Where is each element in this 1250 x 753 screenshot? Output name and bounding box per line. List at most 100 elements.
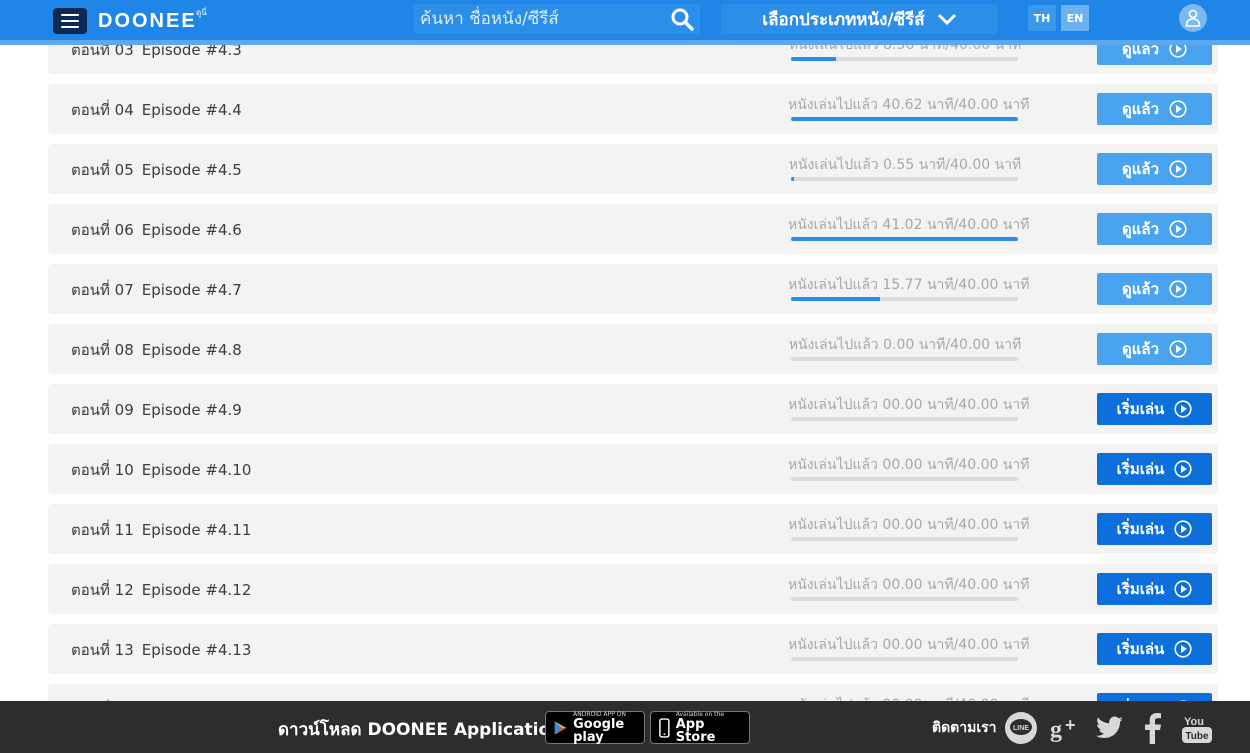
svg-text:LINE: LINE <box>1013 725 1029 732</box>
lang-en-button[interactable]: EN <box>1061 5 1089 31</box>
svg-text:You: You <box>1184 716 1204 728</box>
episode-title[interactable]: ตอนที่ 05 Episode #4.5 <box>71 158 242 182</box>
play-button-label: เริ่มเล่น <box>1116 580 1165 598</box>
episode-row: ตอนที่ 06 Episode #4.6 หนังเล่นไปแล้ว 41.0… <box>48 204 1218 254</box>
episode-title[interactable]: ตอนที่ 06 Episode #4.6 <box>71 218 242 242</box>
play-button-label: ดูแล้ว <box>1121 100 1160 118</box>
line-icon[interactable]: LINE <box>1004 711 1038 745</box>
watch-progress-bar <box>791 417 1018 421</box>
watch-progress-text: หนังเล่นไปแล้ว 00.00 นาที/40.00 นาที <box>788 397 1030 413</box>
google-plus-icon[interactable]: g + <box>1048 711 1082 745</box>
episode-name: Episode #4.6 <box>141 221 242 239</box>
phone-icon <box>659 717 670 738</box>
lang-th-button[interactable]: TH <box>1028 5 1056 31</box>
watched-button[interactable]: ดูแล้ว <box>1097 213 1212 245</box>
youtube-icon[interactable]: You Tube <box>1180 711 1214 745</box>
user-silhouette-icon <box>1185 9 1201 27</box>
episode-number: ตอนที่ 05 <box>71 161 134 179</box>
watched-button[interactable]: ดูแล้ว <box>1097 333 1212 365</box>
watch-progress-fill <box>791 177 795 181</box>
watched-button[interactable]: ดูแล้ว <box>1097 273 1212 305</box>
search-input[interactable] <box>414 4 666 34</box>
facebook-icon[interactable] <box>1136 711 1170 745</box>
play-button-label: ดูแล้ว <box>1121 340 1160 358</box>
start-play-button[interactable]: เริ่มเล่น <box>1097 393 1212 425</box>
app-store-button[interactable]: Available on the App Store <box>650 711 750 744</box>
episode-number: ตอนที่ 10 <box>71 461 134 479</box>
twitter-icon[interactable] <box>1092 711 1126 745</box>
episode-title[interactable]: ตอนที่ 13 Episode #4.13 <box>71 638 251 662</box>
play-button-label: ดูแล้ว <box>1121 160 1160 178</box>
play-circle-icon <box>1169 340 1187 358</box>
watched-button[interactable]: ดูแล้ว <box>1097 93 1212 125</box>
play-button-label: เริ่มเล่น <box>1116 520 1165 538</box>
play-button-label: เริ่มเล่น <box>1116 640 1165 658</box>
category-dropdown[interactable]: เลือกประเภทหนัง/ซีรีส์ <box>721 4 998 34</box>
menu-line-icon <box>61 26 79 28</box>
watch-progress-fill <box>791 297 881 301</box>
google-play-icon <box>554 720 567 735</box>
watch-progress-bar <box>791 477 1018 481</box>
play-button-label: เริ่มเล่น <box>1116 400 1165 418</box>
watch-progress-bar <box>791 177 1018 181</box>
category-label: เลือกประเภทหนัง/ซีรีส์ <box>762 9 925 30</box>
episode-name: Episode #4.13 <box>141 641 252 659</box>
play-circle-icon <box>1169 220 1187 238</box>
episode-name: Episode #4.9 <box>141 401 242 419</box>
google-play-button[interactable]: ANDROID APP ON Google play <box>545 711 645 744</box>
episode-number: ตอนที่ 12 <box>71 581 134 599</box>
episode-name: Episode #4.11 <box>141 521 252 539</box>
watch-progress-bar <box>791 357 1018 361</box>
site-logo[interactable]: DOONEE ดูนี่ <box>98 8 207 33</box>
episode-name: Episode #4.8 <box>141 341 242 359</box>
play-button-label: ดูแล้ว <box>1121 280 1160 298</box>
watch-progress-text: หนังเล่นไปแล้ว 41.02 นาที/40.00 นาที <box>788 217 1030 233</box>
episode-number: ตอนที่ 13 <box>71 641 134 659</box>
watch-progress-bar <box>791 537 1018 541</box>
episode-title[interactable]: ตอนที่ 12 Episode #4.12 <box>71 578 251 602</box>
episode-title[interactable]: ตอนที่ 11 Episode #4.11 <box>71 518 251 542</box>
svg-text:g: g <box>1050 717 1062 743</box>
episode-name: Episode #4.12 <box>141 581 252 599</box>
episode-title[interactable]: ตอนที่ 09 Episode #4.9 <box>71 398 242 422</box>
start-play-button[interactable]: เริ่มเล่น <box>1097 633 1212 665</box>
play-circle-icon <box>1169 160 1187 178</box>
start-play-button[interactable]: เริ่มเล่น <box>1097 573 1212 605</box>
logo-text: DOONEE <box>98 10 197 32</box>
follow-us-text: ติดตามเรา <box>932 720 997 736</box>
episode-row: ตอนที่ 11 Episode #4.11 หนังเล่นไปแล้ว 00.… <box>48 504 1218 554</box>
episode-row: ตอนที่ 10 Episode #4.10 หนังเล่นไปแล้ว 00.… <box>48 444 1218 494</box>
episode-name: Episode #4.7 <box>141 281 242 299</box>
search-icon[interactable] <box>670 7 694 31</box>
watch-progress-text: หนังเล่นไปแล้ว 00.00 นาที/40.00 นาที <box>788 457 1030 473</box>
play-circle-icon <box>1169 100 1187 118</box>
svg-text:+: + <box>1065 715 1076 735</box>
episode-row: ตอนที่ 04 Episode #4.4 หนังเล่นไปแล้ว 40.6… <box>48 84 1218 134</box>
episode-row: ตอนที่ 13 Episode #4.13 หนังเล่นไปแล้ว 00.… <box>48 624 1218 674</box>
episode-name: Episode #4.4 <box>141 101 242 119</box>
start-play-button[interactable]: เริ่มเล่น <box>1097 453 1212 485</box>
hamburger-menu-button[interactable] <box>53 8 87 34</box>
episode-title[interactable]: ตอนที่ 07 Episode #4.7 <box>71 278 242 302</box>
watch-progress-bar <box>791 297 1018 301</box>
watch-progress-text: หนังเล่นไปแล้ว 15.77 นาที/40.00 นาที <box>788 277 1030 293</box>
play-circle-icon <box>1174 640 1192 658</box>
episode-title[interactable]: ตอนที่ 08 Episode #4.8 <box>71 338 242 362</box>
user-icon[interactable] <box>1179 4 1207 32</box>
play-circle-icon <box>1174 460 1192 478</box>
watch-progress-bar <box>791 57 1018 61</box>
start-play-button[interactable]: เริ่มเล่น <box>1097 513 1212 545</box>
google-play-label: Google play <box>573 716 625 745</box>
play-circle-icon <box>1174 520 1192 538</box>
episode-number: ตอนที่ 04 <box>71 101 134 119</box>
episode-number: ตอนที่ 06 <box>71 221 134 239</box>
episode-number: ตอนที่ 07 <box>71 281 134 299</box>
episode-title[interactable]: ตอนที่ 10 Episode #4.10 <box>71 458 251 482</box>
watch-progress-bar <box>791 597 1018 601</box>
episode-title[interactable]: ตอนที่ 04 Episode #4.4 <box>71 98 242 122</box>
menu-line-icon <box>61 20 79 22</box>
app-store-label: App Store <box>675 716 716 745</box>
watched-button[interactable]: ดูแล้ว <box>1097 153 1212 185</box>
svg-text:Tube: Tube <box>1185 731 1209 742</box>
watch-progress-text: หนังเล่นไปแล้ว 00.00 นาที/40.00 นาที <box>788 637 1030 653</box>
